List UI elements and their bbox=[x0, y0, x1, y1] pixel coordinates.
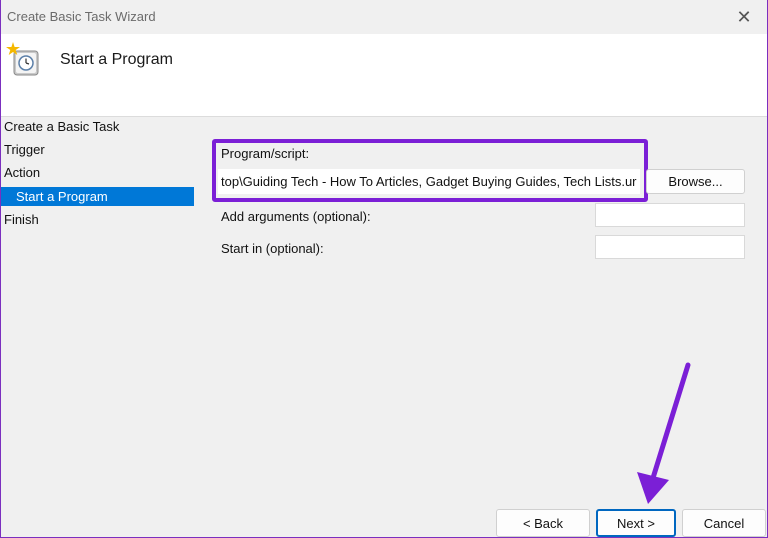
browse-button[interactable]: Browse... bbox=[646, 169, 745, 194]
program-script-input[interactable] bbox=[218, 169, 640, 194]
program-script-label: Program/script: bbox=[221, 146, 310, 161]
close-button[interactable]: ✕ bbox=[721, 0, 767, 34]
next-button[interactable]: Next > bbox=[596, 509, 676, 537]
step-start-a-program: Start a Program bbox=[1, 187, 194, 206]
wizard-window: Create Basic Task Wizard ✕ Start a Progr… bbox=[1, 0, 767, 537]
step-create-basic-task: Create a Basic Task bbox=[4, 119, 120, 134]
start-in-input[interactable] bbox=[595, 235, 745, 259]
title-bar: Create Basic Task Wizard ✕ bbox=[1, 0, 767, 34]
step-trigger: Trigger bbox=[4, 142, 45, 157]
add-arguments-label: Add arguments (optional): bbox=[221, 209, 371, 224]
annotation-arrow-icon bbox=[637, 362, 691, 504]
step-action: Action bbox=[4, 165, 41, 180]
back-button[interactable]: < Back bbox=[496, 509, 590, 537]
page-title: Start a Program bbox=[60, 51, 173, 68]
close-icon: ✕ bbox=[736, 6, 752, 27]
wizard-header: Start a Program bbox=[1, 34, 767, 116]
window-title: Create Basic Task Wizard bbox=[7, 9, 156, 24]
cancel-button[interactable]: Cancel bbox=[682, 509, 766, 537]
add-arguments-input[interactable] bbox=[595, 203, 745, 227]
task-clock-icon bbox=[6, 42, 39, 76]
step-finish: Finish bbox=[4, 212, 39, 227]
start-in-label: Start in (optional): bbox=[221, 241, 324, 256]
